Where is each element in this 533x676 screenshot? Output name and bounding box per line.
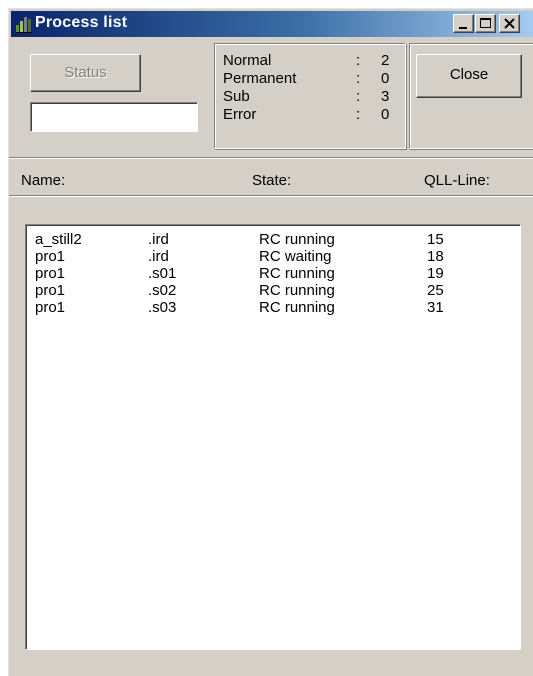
stat-colon: : <box>356 88 361 105</box>
maximize-icon <box>480 18 491 28</box>
stat-row-error: Error : 0 <box>223 106 403 123</box>
list-item[interactable]: a_still2 .ird RC running 15 <box>26 231 496 248</box>
process-name: pro1 <box>35 299 66 316</box>
window-title: Process list <box>35 14 128 31</box>
process-qll-line: 19 <box>427 265 444 282</box>
stat-row-permanent: Permanent : 0 <box>223 70 403 87</box>
minimize-button[interactable] <box>453 14 474 33</box>
stat-colon: : <box>356 70 361 87</box>
process-state: RC running <box>259 265 335 282</box>
app-bars-icon <box>15 15 33 33</box>
process-state: RC waiting <box>259 248 332 265</box>
process-ext: .s02 <box>148 282 177 299</box>
stat-label: Normal <box>223 52 272 69</box>
process-listbox[interactable]: a_still2 .ird RC running 15 pro1 .ird RC… <box>25 224 521 650</box>
process-state: RC running <box>259 231 335 248</box>
stat-colon: : <box>356 106 361 123</box>
stat-value: 3 <box>381 88 390 105</box>
stat-label: Error <box>223 106 257 123</box>
list-item[interactable]: pro1 .s02 RC running 25 <box>26 282 496 299</box>
close-icon <box>504 18 515 29</box>
stat-row-normal: Normal : 2 <box>223 52 403 69</box>
stat-row-sub: Sub : 3 <box>223 88 403 105</box>
divider <box>9 195 533 197</box>
process-ext: .s01 <box>148 265 177 282</box>
process-state: RC running <box>259 299 335 316</box>
process-name: pro1 <box>35 282 66 299</box>
title-bar[interactable]: Process list <box>11 11 533 37</box>
divider <box>9 157 533 159</box>
list-item[interactable]: pro1 .ird RC waiting 18 <box>26 248 496 265</box>
process-name: pro1 <box>35 248 66 265</box>
process-ext: .ird <box>148 231 169 248</box>
list-item[interactable]: pro1 .s03 RC running 31 <box>26 299 496 316</box>
process-name: a_still2 <box>35 231 82 248</box>
stat-value: 0 <box>381 70 390 87</box>
stat-colon: : <box>356 52 361 69</box>
process-qll-line: 18 <box>427 248 444 265</box>
close-button[interactable]: Close <box>416 54 522 98</box>
process-list-window: Process list Status Normal : 2 Permanent… <box>8 8 533 676</box>
process-qll-line: 25 <box>427 282 444 299</box>
column-header-qll-line: QLL-Line: <box>424 172 490 189</box>
list-item[interactable]: pro1 .s01 RC running 19 <box>26 265 496 282</box>
process-ext: .ird <box>148 248 169 265</box>
process-ext: .s03 <box>148 299 177 316</box>
maximize-button[interactable] <box>475 14 496 33</box>
stat-value: 0 <box>381 106 390 123</box>
stat-label: Permanent <box>223 70 297 87</box>
column-header-name: Name: <box>21 172 66 189</box>
stat-value: 2 <box>381 52 390 69</box>
stat-label: Sub <box>223 88 250 105</box>
process-qll-line: 15 <box>427 231 444 248</box>
minimize-icon <box>459 27 467 29</box>
close-window-button[interactable] <box>499 14 520 33</box>
column-header-state: State: <box>252 172 292 189</box>
status-button[interactable]: Status <box>30 54 141 92</box>
status-field[interactable] <box>30 102 198 132</box>
process-counts-panel: Normal : 2 Permanent : 0 Sub : 3 Error :… <box>214 43 406 149</box>
process-qll-line: 31 <box>427 299 444 316</box>
process-state: RC running <box>259 282 335 299</box>
process-name: pro1 <box>35 265 66 282</box>
